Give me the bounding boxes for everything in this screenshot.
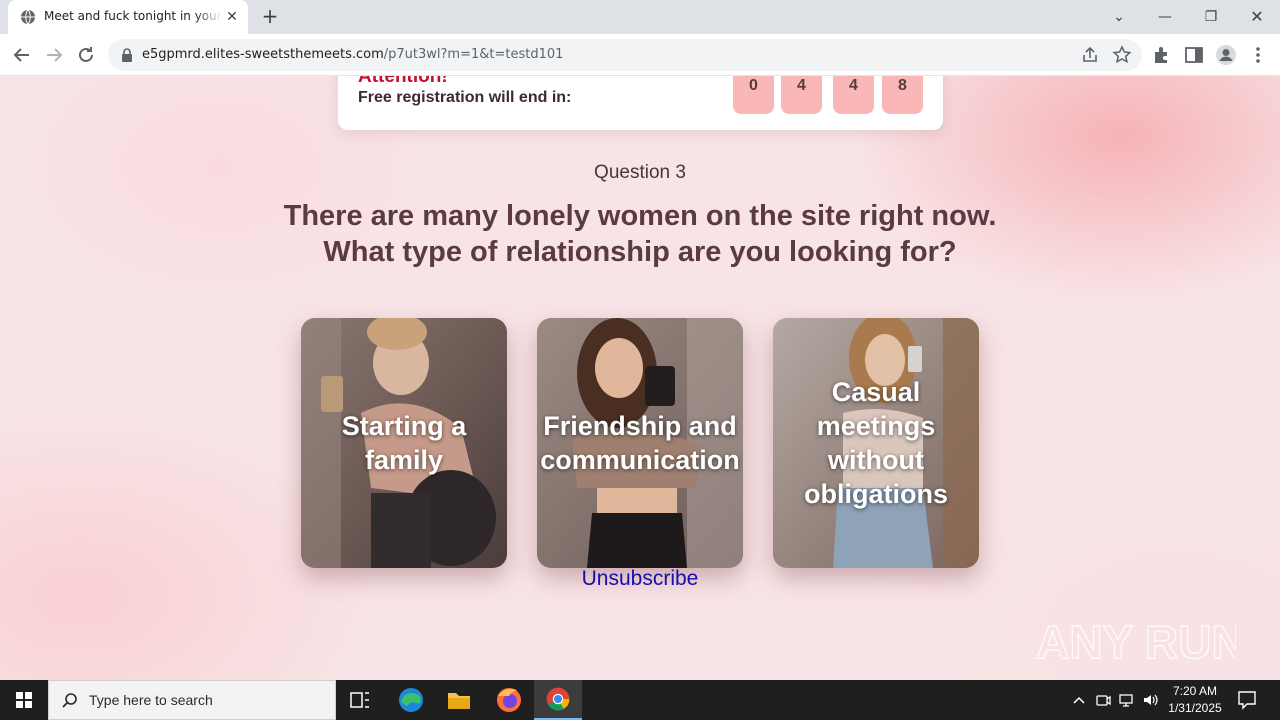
back-arrow-icon[interactable] [10,43,34,67]
option-label-line: communication [540,445,740,475]
option-label: Friendship and communication [537,318,743,568]
tab-title: Meet and fuck tonight in your area [44,9,222,23]
clock-time: 7:20 AM [1172,684,1218,698]
url-text: e5gpmrd.elites-sweetsthemeets.com/p7ut3w… [142,47,563,62]
browser-toolbar: e5gpmrd.elites-sweetsthemeets.com/p7ut3w… [0,34,1280,76]
option-label-line: Casual [831,377,921,407]
bookmark-star-icon[interactable] [1112,45,1132,65]
lock-icon[interactable] [120,47,134,63]
chevron-up-icon[interactable] [1071,692,1087,708]
option-label-line: Starting a [341,411,467,441]
windows-start-icon[interactable] [0,680,48,720]
countdown-card: Attention! Free registration will end in… [338,76,943,130]
option-card-starting-family[interactable]: Starting a family [301,318,507,568]
taskbar-clock[interactable]: 7:20 AM 1/31/2025 [1160,683,1230,717]
windows-taskbar: Type here to search 7:20 AM 1/31/2025 [0,680,1280,720]
question-number: Question 3 [594,162,686,183]
option-label: Casual meetings without obligations [773,318,979,568]
option-card-casual-meetings[interactable]: Casual meetings without obligations [773,318,979,568]
meet-now-icon[interactable] [1095,692,1111,708]
task-view-icon[interactable] [336,680,384,720]
attention-heading: Attention! [358,76,448,87]
address-bar[interactable]: e5gpmrd.elites-sweetsthemeets.com/p7ut3w… [108,39,1142,71]
menu-kebab-icon[interactable] [1247,44,1269,66]
notifications-icon[interactable] [1236,690,1258,710]
file-explorer-icon[interactable] [435,680,483,720]
countdown-digit: 0 [733,76,774,114]
countdown-digit: 4 [833,76,874,114]
taskbar-search-box[interactable]: Type here to search [48,680,336,720]
anyrun-watermark-logo: ANY RUN [1036,615,1236,669]
network-icon[interactable] [1118,692,1134,708]
forward-arrow-icon[interactable] [42,43,66,67]
firefox-icon[interactable] [485,680,533,720]
option-label-line: family [364,445,444,475]
browser-tab[interactable]: Meet and fuck tonight in your area ✕ [8,0,248,34]
registration-text: Free registration will end in: [358,89,572,106]
unsubscribe-link[interactable]: Unsubscribe [582,567,699,590]
option-label-line: meetings [816,411,936,441]
globe-icon [21,9,35,25]
option-label-line: obligations [804,479,948,509]
unsubscribe-row: Unsubscribe [0,567,1280,591]
search-placeholder: Type here to search [89,692,213,708]
new-tab-button[interactable]: + [258,6,282,28]
restore-button[interactable]: ❐ [1199,5,1223,29]
tab-search-chevron-icon[interactable]: ⌄ [1107,5,1131,29]
tab-strip: Meet and fuck tonight in your area ✕ + ⌄… [0,0,1280,34]
reload-icon[interactable] [74,43,98,67]
clock-date: 1/31/2025 [1168,701,1222,715]
minimize-button[interactable]: — [1153,5,1177,29]
option-label-line: Friendship and [543,411,737,441]
edge-browser-icon[interactable] [387,680,435,720]
url-path: /p7ut3wl?m=1&t=testd101 [383,47,564,62]
extensions-puzzle-icon[interactable] [1151,44,1173,66]
countdown-digit: 8 [882,76,923,114]
volume-icon[interactable] [1142,692,1158,708]
side-panel-icon[interactable] [1183,44,1205,66]
countdown-digit: 4 [781,76,822,114]
chrome-icon[interactable] [534,680,582,720]
url-host: e5gpmrd.elites-sweetsthemeets.com [142,47,384,62]
page-content: Attention! Free registration will end in… [0,76,1280,680]
search-icon [62,693,77,708]
profile-avatar-icon[interactable] [1215,44,1237,66]
close-window-button[interactable]: ✕ [1245,5,1269,29]
option-label: Starting a family [301,318,507,568]
share-icon[interactable] [1080,45,1100,65]
watermark-text: ANY RUN [1036,616,1236,668]
question-headline: There are many lonely women on the site … [0,198,1280,270]
headline-line: What type of relationship are you lookin… [323,236,957,268]
headline-line: There are many lonely women on the site … [283,200,997,232]
tab-close-icon[interactable]: ✕ [224,9,240,25]
option-label-line: without [828,445,924,475]
option-card-friendship[interactable]: Friendship and communication [537,318,743,568]
